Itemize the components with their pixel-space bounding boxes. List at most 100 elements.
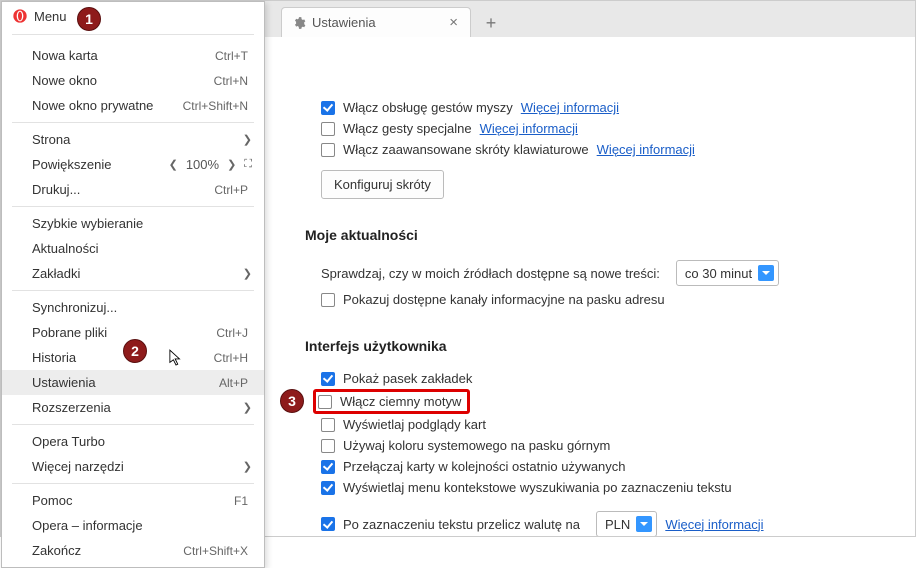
row-label: Włącz obsługę gestów myszy — [343, 100, 513, 115]
menu-separator — [12, 424, 254, 425]
menu-item-label: Opera Turbo — [32, 434, 105, 449]
menu-item-label: Ustawienia — [32, 375, 96, 390]
menu-item-label: Aktualności — [32, 241, 98, 256]
menu-separator — [12, 483, 254, 484]
menu-item-shortcut: F1 — [234, 494, 248, 508]
currency-select[interactable]: PLN — [596, 511, 657, 536]
menu-item-more-tools[interactable]: Więcej narzędzi ❯ — [2, 454, 264, 479]
row-recent-tabs[interactable]: Przełączaj karty w kolejności ostatnio u… — [311, 456, 885, 477]
highlight-dark-theme: Włącz ciemny motyw — [313, 389, 470, 414]
checkbox-icon[interactable] — [321, 372, 335, 386]
menu-item-new-tab[interactable]: Nowa karta Ctrl+T — [2, 43, 264, 68]
menu-item-label: Powiększenie — [32, 157, 112, 172]
more-info-link[interactable]: Więcej informacji — [597, 142, 695, 157]
menu-item-print[interactable]: Drukuj... Ctrl+P — [2, 177, 264, 202]
row-system-color[interactable]: Używaj koloru systemowego na pasku górny… — [311, 435, 885, 456]
row-special-gestures[interactable]: Włącz gesty specjalne Więcej informacji — [311, 118, 885, 139]
checkbox-icon[interactable] — [321, 481, 335, 495]
tab-settings[interactable]: Ustawienia × — [281, 7, 471, 37]
section-ui: Interfejs użytkownika Pokaż pasek zakład… — [305, 338, 885, 536]
row-tab-previews[interactable]: Wyświetlaj podglądy kart — [311, 414, 885, 435]
menu-item-label: Rozszerzenia — [32, 400, 111, 415]
row-advanced-shortcuts[interactable]: Włącz zaawansowane skróty klawiaturowe W… — [311, 139, 885, 160]
row-context-search[interactable]: Wyświetlaj menu kontekstowe wyszukiwania… — [311, 477, 885, 498]
chevron-right-icon: ❯ — [243, 267, 252, 280]
menu-item-sync[interactable]: Synchronizuj... — [2, 295, 264, 320]
zoom-in-icon[interactable]: ❯ — [227, 158, 236, 171]
zoom-out-icon[interactable]: ❮ — [169, 158, 178, 171]
menu-item-exit[interactable]: Zakończ Ctrl+Shift+X — [2, 538, 264, 563]
checkbox-icon[interactable] — [321, 460, 335, 474]
chevron-right-icon: ❯ — [243, 460, 252, 473]
more-info-link[interactable]: Więcej informacji — [665, 517, 763, 532]
row-label: Pokazuj dostępne kanały informacyjne na … — [343, 292, 665, 307]
menu-item-shortcut: Ctrl+Shift+X — [183, 544, 248, 558]
checkbox-icon[interactable] — [321, 418, 335, 432]
row-label: Używaj koloru systemowego na pasku górny… — [343, 438, 610, 453]
checkbox-icon[interactable] — [318, 395, 332, 409]
menu-separator — [12, 290, 254, 291]
menu-item-label: Synchronizuj... — [32, 300, 117, 315]
row-bookmarks-bar[interactable]: Pokaż pasek zakładek — [311, 368, 885, 389]
menu-item-label: Zakończ — [32, 543, 81, 558]
row-label: Przełączaj karty w kolejności ostatnio u… — [343, 459, 626, 474]
row-label: Włącz gesty specjalne — [343, 121, 472, 136]
section-news: Moje aktualności Sprawdzaj, czy w moich … — [305, 227, 885, 310]
row-label: Wyświetlaj podglądy kart — [343, 417, 486, 432]
annotation-badge-1: 1 — [77, 7, 101, 31]
menu-separator — [12, 122, 254, 123]
checkbox-icon[interactable] — [321, 122, 335, 136]
menu-item-shortcut: Ctrl+P — [214, 183, 248, 197]
menu-header-label: Menu — [34, 9, 67, 24]
menu-item-turbo[interactable]: Opera Turbo — [2, 429, 264, 454]
menu-item-shortcut: Ctrl+T — [215, 49, 248, 63]
menu-item-label: Szybkie wybieranie — [32, 216, 143, 231]
menu-item-news[interactable]: Aktualności — [2, 236, 264, 261]
interval-select[interactable]: co 30 minut — [676, 260, 779, 286]
menu-item-speed-dial[interactable]: Szybkie wybieranie — [2, 211, 264, 236]
menu-item-new-window[interactable]: Nowe okno Ctrl+N — [2, 68, 264, 93]
menu-item-help[interactable]: Pomoc F1 — [2, 488, 264, 513]
row-label: Po zaznaczeniu tekstu przelicz walutę na — [343, 517, 580, 532]
checkbox-icon[interactable] — [321, 143, 335, 157]
new-tab-button[interactable]: + — [477, 9, 505, 37]
fullscreen-icon[interactable]: ⛶ — [244, 158, 252, 171]
row-currency[interactable]: Po zaznaczeniu tekstu przelicz walutę na… — [311, 508, 885, 536]
menu-separator — [12, 206, 254, 207]
row-check-sources: Sprawdzaj, czy w moich źródłach dostępne… — [311, 257, 885, 289]
checkbox-icon[interactable] — [321, 101, 335, 115]
menu-item-shortcut: Ctrl+J — [216, 326, 248, 340]
checkbox-icon[interactable] — [321, 517, 335, 531]
menu-item-extensions[interactable]: Rozszerzenia ❯ — [2, 395, 264, 420]
chevron-down-icon — [758, 265, 774, 281]
configure-shortcuts-button[interactable]: Konfiguruj skróty — [321, 170, 444, 199]
menu-item-bookmarks[interactable]: Zakładki ❯ — [2, 261, 264, 286]
checkbox-icon[interactable] — [321, 439, 335, 453]
main-menu-panel: Menu Nowa karta Ctrl+T Nowe okno Ctrl+N … — [1, 1, 265, 568]
menu-item-label: Nowe okno — [32, 73, 97, 88]
row-label: Włącz ciemny motyw — [340, 394, 461, 409]
row-label: Pokaż pasek zakładek — [343, 371, 472, 386]
menu-item-settings[interactable]: Ustawienia Alt+P — [2, 370, 264, 395]
more-info-link[interactable]: Więcej informacji — [521, 100, 619, 115]
menu-item-shortcut: Ctrl+Shift+N — [183, 99, 248, 113]
menu-item-label: Historia — [32, 350, 76, 365]
menu-item-label: Pomoc — [32, 493, 72, 508]
tab-bar: Ustawienia × + — [265, 1, 915, 37]
checkbox-icon[interactable] — [321, 293, 335, 307]
menu-item-label: Więcej narzędzi — [32, 459, 124, 474]
opera-logo-icon — [12, 8, 28, 24]
chevron-right-icon: ❯ — [243, 133, 252, 146]
more-info-link[interactable]: Więcej informacji — [480, 121, 578, 136]
menu-item-about[interactable]: Opera – informacje — [2, 513, 264, 538]
menu-header[interactable]: Menu — [2, 2, 264, 30]
menu-item-label: Pobrane pliki — [32, 325, 107, 340]
menu-item-label: Nowe okno prywatne — [32, 98, 153, 113]
tab-close-icon[interactable]: × — [447, 14, 460, 31]
row-mouse-gestures[interactable]: Włącz obsługę gestów myszy Więcej inform… — [311, 97, 885, 118]
menu-item-page[interactable]: Strona ❯ — [2, 127, 264, 152]
menu-item-new-private[interactable]: Nowe okno prywatne Ctrl+Shift+N — [2, 93, 264, 118]
menu-item-zoom[interactable]: Powiększenie ❮ 100% ❯ ⛶ — [2, 152, 264, 177]
menu-item-label: Opera – informacje — [32, 518, 143, 533]
row-show-channels[interactable]: Pokazuj dostępne kanały informacyjne na … — [311, 289, 885, 310]
